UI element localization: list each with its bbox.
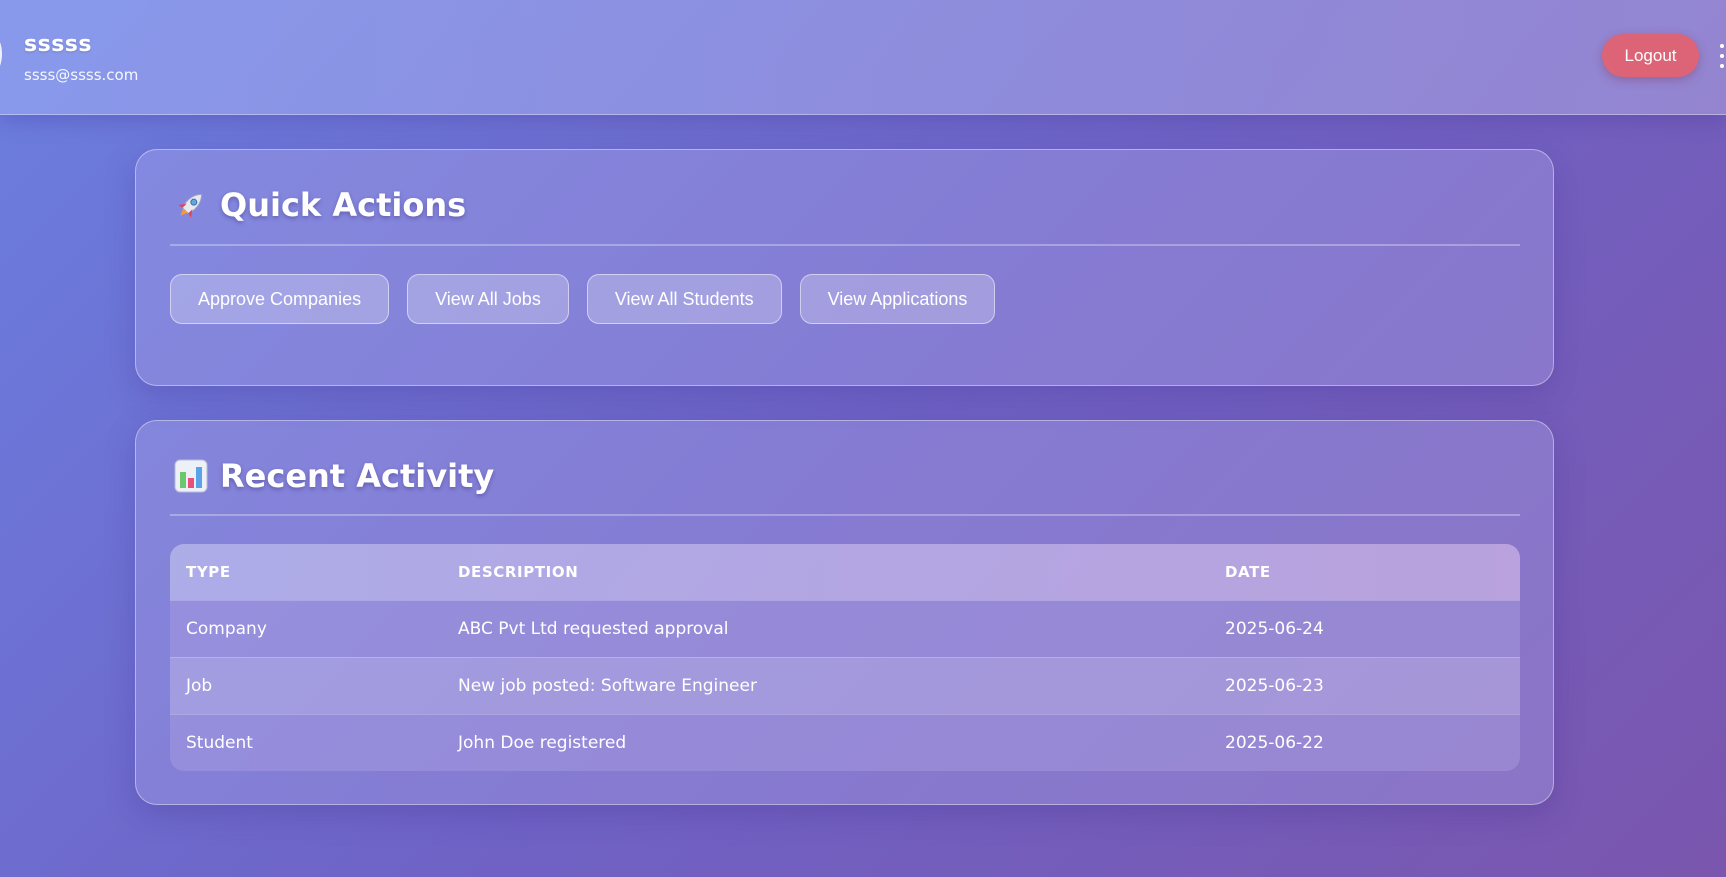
table-row: Company ABC Pvt Ltd requested approval 2… <box>170 600 1520 657</box>
user-email: ssss@ssss.com <box>24 66 139 84</box>
logout-button[interactable]: Logout <box>1602 34 1699 77</box>
quick-actions-card: Quick Actions Approve Companies View All… <box>135 149 1554 386</box>
cell-description: John Doe registered <box>458 733 627 753</box>
table-row: Student John Doe registered 2025-06-22 <box>170 714 1520 771</box>
bar-chart-icon <box>172 457 210 495</box>
cell-date: 2025-06-22 <box>1225 733 1324 753</box>
rocket-icon <box>172 186 210 224</box>
user-name: sssss <box>24 32 92 57</box>
top-header: sssss ssss@ssss.com Logout <box>0 0 1726 115</box>
view-applications-button[interactable]: View Applications <box>799 274 996 324</box>
recent-activity-heading: Recent Activity <box>172 457 494 495</box>
cell-date: 2025-06-24 <box>1225 619 1324 639</box>
divider <box>170 514 1520 516</box>
more-menu-icon[interactable] <box>1718 44 1726 68</box>
avatar[interactable] <box>0 36 2 72</box>
column-header-description: DESCRIPTION <box>458 563 579 581</box>
cell-description: New job posted: Software Engineer <box>458 676 757 696</box>
activity-table: TYPE DESCRIPTION DATE Company ABC Pvt Lt… <box>170 544 1520 771</box>
recent-activity-title: Recent Activity <box>220 457 495 495</box>
column-header-type: TYPE <box>186 563 231 581</box>
cell-description: ABC Pvt Ltd requested approval <box>458 619 729 639</box>
table-header: TYPE DESCRIPTION DATE <box>170 544 1520 600</box>
quick-actions-heading: Quick Actions <box>172 186 466 224</box>
column-header-date: DATE <box>1225 563 1271 581</box>
cell-date: 2025-06-23 <box>1225 676 1324 696</box>
cell-type: Job <box>186 676 213 696</box>
view-all-jobs-button[interactable]: View All Jobs <box>407 274 569 324</box>
divider <box>170 244 1520 246</box>
recent-activity-card: Recent Activity TYPE DESCRIPTION DATE Co… <box>135 420 1554 805</box>
cell-type: Company <box>186 619 267 639</box>
approve-companies-button[interactable]: Approve Companies <box>170 274 390 324</box>
view-all-students-button[interactable]: View All Students <box>586 274 782 324</box>
quick-actions-title: Quick Actions <box>220 186 467 224</box>
table-row: Job New job posted: Software Engineer 20… <box>170 657 1520 714</box>
cell-type: Student <box>186 733 253 753</box>
quick-actions-buttons: Approve Companies View All Jobs View All… <box>170 274 996 324</box>
